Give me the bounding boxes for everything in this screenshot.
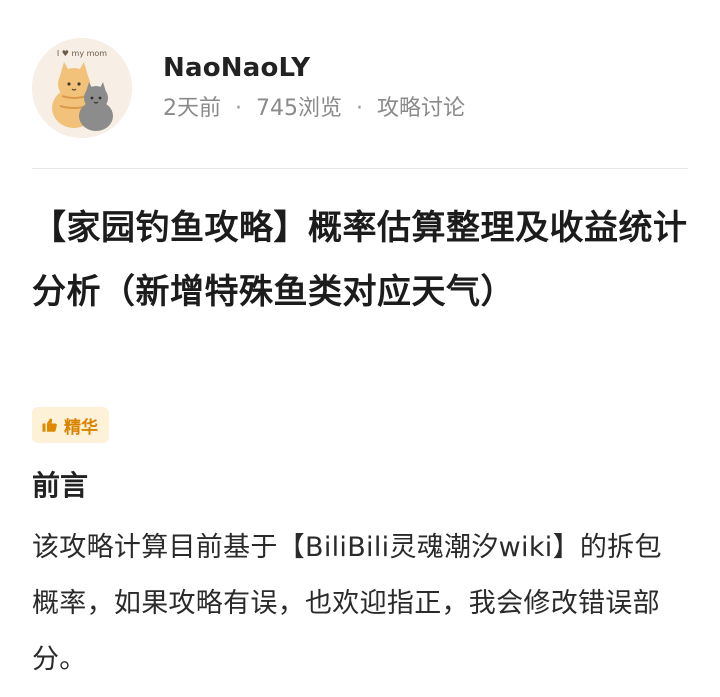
avatar[interactable]: I ♥ my mom bbox=[32, 38, 132, 138]
meta-separator: · bbox=[356, 96, 363, 122]
post-page: I ♥ my mom NaoNaoLY 2天前 · 745浏览 · 攻略讨论 【… bbox=[0, 0, 720, 697]
post-paragraph: 该攻略计算目前基于【BiliBili灵魂潮汐wiki】的拆包概率，如果攻略有误，… bbox=[32, 532, 662, 675]
avatar-text: I ♥ my mom bbox=[57, 49, 107, 58]
cat-avatar-illustration: I ♥ my mom bbox=[32, 38, 132, 138]
header-divider bbox=[32, 168, 688, 169]
author-header: I ♥ my mom NaoNaoLY 2天前 · 745浏览 · 攻略讨论 bbox=[32, 38, 688, 138]
post-time: 2天前 bbox=[163, 96, 221, 122]
featured-badge-label: 精华 bbox=[64, 417, 98, 438]
meta-separator: · bbox=[235, 96, 242, 122]
featured-badge: 精华 bbox=[32, 407, 109, 443]
post-meta-line: 2天前 · 745浏览 · 攻略讨论 bbox=[163, 96, 465, 122]
view-count: 745浏览 bbox=[256, 96, 342, 122]
thumbs-up-icon bbox=[41, 416, 59, 434]
section-heading: 前言 bbox=[32, 469, 89, 502]
author-name[interactable]: NaoNaoLY bbox=[163, 53, 465, 83]
post-title: 【家园钓鱼攻略】概率估算整理及收益统计分析（新增特殊鱼类对应天气） bbox=[32, 208, 688, 312]
post-category[interactable]: 攻略讨论 bbox=[377, 96, 465, 122]
author-meta: NaoNaoLY 2天前 · 745浏览 · 攻略讨论 bbox=[163, 53, 465, 123]
